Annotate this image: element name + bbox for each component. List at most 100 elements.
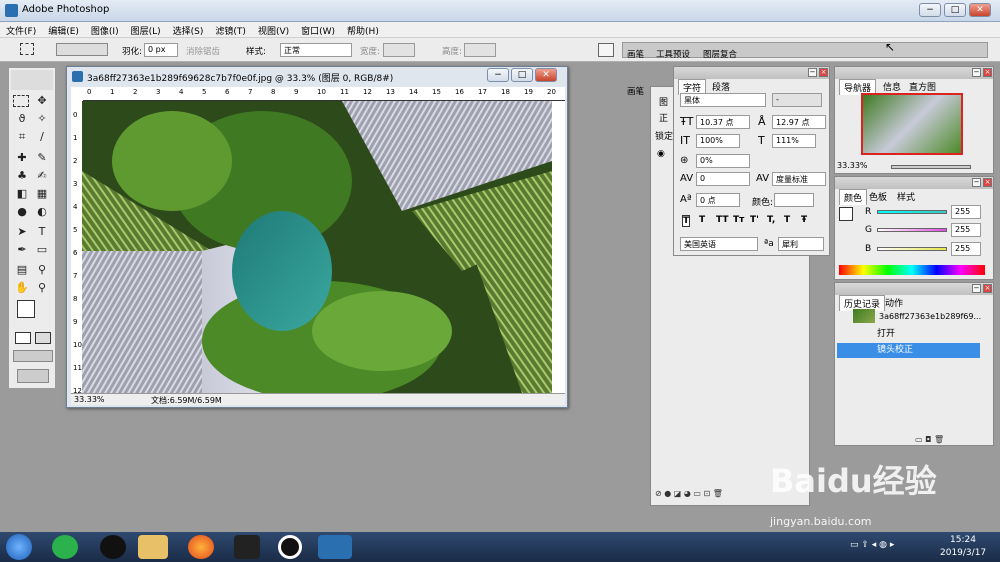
- panel-minimize-icon[interactable]: −: [972, 178, 981, 187]
- eraser-icon[interactable]: ◧: [13, 186, 31, 202]
- menu-item[interactable]: 滤镜(T): [209, 22, 252, 39]
- hand-icon[interactable]: ✋: [13, 280, 31, 296]
- font-size-input[interactable]: 10.37 点: [696, 115, 750, 129]
- tab-paragraph[interactable]: 段落: [708, 79, 734, 94]
- shape-icon[interactable]: ▭: [33, 242, 51, 258]
- language-select[interactable]: 美国英语: [680, 237, 758, 251]
- healing-brush-icon[interactable]: ✚: [13, 150, 31, 166]
- panel-minimize-icon[interactable]: −: [972, 68, 981, 77]
- antialias-checkbox[interactable]: 消除锯齿: [186, 45, 220, 57]
- menu-item[interactable]: 视图(V): [252, 22, 295, 39]
- color-ramp[interactable]: [839, 265, 985, 275]
- navigator-zoom-slider[interactable]: [891, 165, 971, 169]
- browser-360-icon[interactable]: [52, 535, 78, 559]
- move-icon[interactable]: ✥: [33, 93, 51, 109]
- crop-icon[interactable]: ⌗: [13, 129, 31, 145]
- text-style-button[interactable]: Ŧ: [801, 215, 807, 225]
- color-foreground-swatch[interactable]: [839, 207, 853, 221]
- marquee-tool-icon[interactable]: [20, 43, 34, 55]
- tab-styles[interactable]: 样式: [893, 189, 919, 204]
- menu-item[interactable]: 编辑(E): [42, 22, 85, 39]
- style-select[interactable]: 正常: [280, 43, 352, 57]
- text-color-swatch[interactable]: [774, 193, 814, 207]
- doc-minimize-button[interactable]: −: [487, 68, 509, 82]
- r-input[interactable]: 255: [951, 205, 981, 219]
- history-item-selected[interactable]: 镜头校正: [837, 343, 980, 358]
- quick-mask-icon[interactable]: [35, 332, 51, 344]
- menu-item[interactable]: 图像(I): [85, 22, 125, 39]
- pen-icon[interactable]: ✒: [13, 242, 31, 258]
- dodge-icon[interactable]: ◐: [33, 204, 51, 220]
- photoshop-taskbar-icon[interactable]: [318, 535, 352, 559]
- tab-info[interactable]: 信息: [879, 79, 905, 94]
- history-footer-icons[interactable]: ▭ ◘ 🗑: [915, 435, 944, 444]
- jump-to-imageready-icon[interactable]: [17, 369, 49, 383]
- layers-tab[interactable]: 图: [659, 95, 668, 108]
- b-input[interactable]: 255: [951, 242, 981, 256]
- lasso-icon[interactable]: ϑ: [13, 111, 31, 127]
- history-brush-icon[interactable]: ✍: [33, 168, 51, 184]
- history-item[interactable]: 打开: [837, 327, 980, 342]
- tab-layer-comps[interactable]: 图层复合: [703, 48, 737, 60]
- tab-brushes[interactable]: 画笔: [627, 48, 644, 60]
- menu-item[interactable]: 窗口(W): [295, 22, 341, 39]
- text-style-button[interactable]: T: [682, 215, 691, 227]
- menu-item[interactable]: 选择(S): [167, 22, 210, 39]
- standard-mode-icon[interactable]: [15, 332, 31, 344]
- g-slider[interactable]: [877, 228, 947, 232]
- tab-color[interactable]: 颜色: [839, 189, 868, 205]
- g-input[interactable]: 255: [951, 223, 981, 237]
- clock-date[interactable]: 2019/3/17: [940, 548, 986, 558]
- menu-item[interactable]: 文件(F): [0, 22, 42, 39]
- magic-wand-icon[interactable]: ✧: [33, 111, 51, 127]
- navigator-zoom[interactable]: 33.33%: [837, 161, 868, 170]
- eyedropper-icon[interactable]: ⚲: [33, 262, 51, 278]
- vertical-scale-input[interactable]: 100%: [696, 134, 740, 148]
- menu-item[interactable]: 图层(L): [125, 22, 167, 39]
- tab-swatches[interactable]: 色板: [865, 189, 891, 204]
- selection-mode-buttons[interactable]: [56, 43, 108, 56]
- leading-input[interactable]: 12.97 点: [772, 115, 826, 129]
- panel-minimize-icon[interactable]: −: [972, 284, 981, 293]
- screen-mode-icons[interactable]: [13, 350, 53, 362]
- clone-stamp-icon[interactable]: ♣: [13, 168, 31, 184]
- blur-icon[interactable]: ●: [13, 204, 31, 220]
- tab-histogram[interactable]: 直方图: [905, 79, 940, 94]
- b-slider[interactable]: [877, 247, 947, 251]
- blend-mode[interactable]: 正: [659, 111, 668, 124]
- file-explorer-icon[interactable]: [138, 535, 168, 559]
- doc-size-info[interactable]: 文档:6.59M/6.59M: [151, 395, 222, 406]
- font-style-select[interactable]: -: [772, 93, 822, 107]
- panel-close-icon[interactable]: ×: [983, 178, 992, 187]
- brush-icon[interactable]: ✎: [33, 150, 51, 166]
- start-button-icon[interactable]: [6, 534, 32, 560]
- slice-icon[interactable]: ∕: [33, 129, 51, 145]
- panel-close-icon[interactable]: ×: [819, 68, 828, 77]
- type-icon[interactable]: T: [33, 224, 51, 240]
- firefox-icon[interactable]: [188, 535, 214, 559]
- zoom-level[interactable]: 33.33%: [74, 395, 105, 404]
- kerning-input[interactable]: 0: [696, 172, 750, 186]
- file-browser-icon[interactable]: [598, 43, 614, 57]
- tab-actions[interactable]: 动作: [881, 295, 907, 310]
- text-style-button[interactable]: T': [750, 215, 759, 225]
- tray-icons[interactable]: ▭ ⇪ ◂ ◍ ▸: [850, 540, 894, 550]
- panel-close-icon[interactable]: ×: [983, 68, 992, 77]
- tab-brushes[interactable]: 画笔: [627, 85, 644, 97]
- marquee-icon[interactable]: [13, 95, 29, 107]
- maximize-button[interactable]: □: [944, 3, 966, 17]
- close-button[interactable]: ✕: [969, 3, 991, 17]
- doc-maximize-button[interactable]: □: [511, 68, 533, 82]
- antialias-select[interactable]: 犀利: [778, 237, 824, 251]
- font-family-select[interactable]: 黑体: [680, 93, 766, 107]
- text-style-button[interactable]: TT: [716, 215, 729, 225]
- record-icon[interactable]: [278, 535, 302, 559]
- minimize-button[interactable]: −: [919, 3, 941, 17]
- feather-input[interactable]: 0 px: [144, 43, 178, 57]
- image-canvas[interactable]: [82, 101, 552, 393]
- snapshot-name[interactable]: 3a68ff27363e1b289f69...: [879, 312, 981, 321]
- qq-icon[interactable]: [100, 535, 126, 559]
- foreground-color-swatch[interactable]: [17, 300, 35, 318]
- clock-time[interactable]: 15:24: [950, 535, 976, 545]
- text-style-button[interactable]: T: [699, 215, 705, 225]
